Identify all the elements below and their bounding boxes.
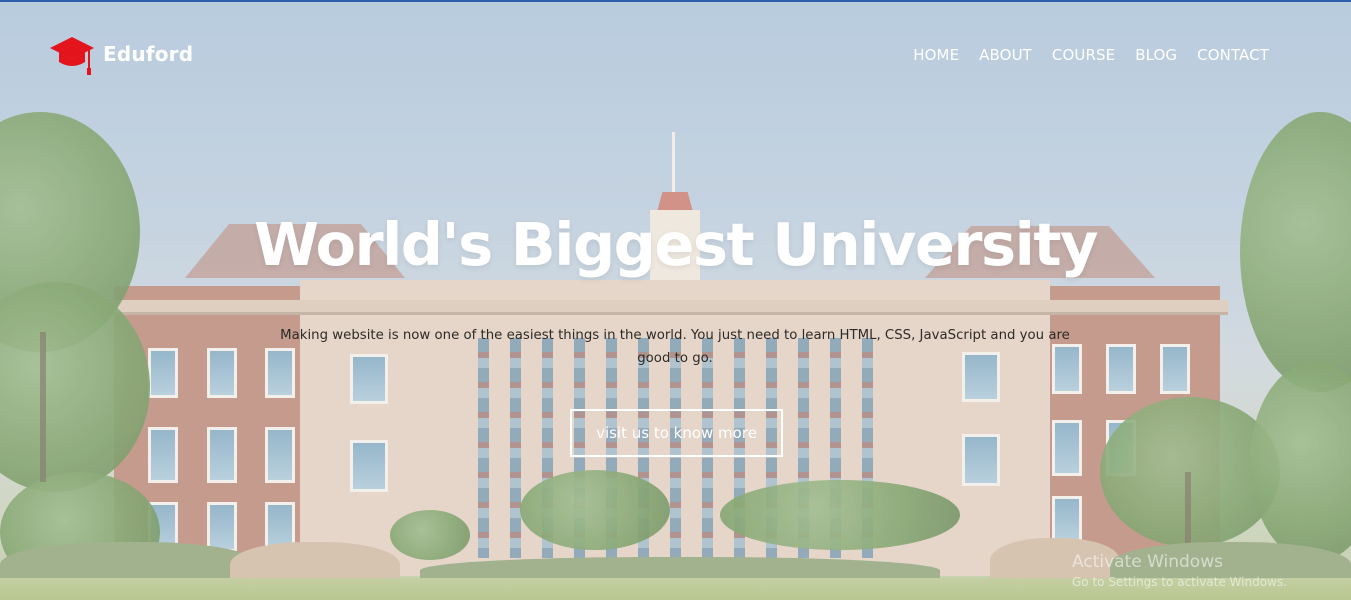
activate-windows-watermark: Activate Windows Go to Settings to activ… bbox=[1072, 552, 1287, 589]
nav-home[interactable]: HOME bbox=[913, 46, 959, 64]
watermark-subtitle: Go to Settings to activate Windows. bbox=[1072, 575, 1287, 589]
background-image bbox=[0, 2, 1351, 600]
hero-subtitle: Making website is now one of the easiest… bbox=[280, 328, 1070, 366]
hero-title: World's Biggest University bbox=[253, 210, 1099, 279]
brand-logo[interactable]: Eduford bbox=[49, 35, 193, 77]
visit-button[interactable]: visit us to know more bbox=[570, 409, 783, 457]
nav-course[interactable]: COURSE bbox=[1052, 46, 1115, 64]
nav-blog[interactable]: BLOG bbox=[1135, 46, 1177, 64]
image-overlay bbox=[0, 2, 1351, 600]
hero-section: Eduford HOME ABOUT COURSE BLOG CONTACT W… bbox=[0, 0, 1351, 600]
nav-contact[interactable]: CONTACT bbox=[1197, 46, 1269, 64]
brand-name: Eduford bbox=[103, 42, 194, 66]
nav-about[interactable]: ABOUT bbox=[979, 46, 1032, 64]
watermark-title: Activate Windows bbox=[1072, 552, 1223, 572]
graduation-cap-icon bbox=[50, 37, 94, 75]
main-nav: HOME ABOUT COURSE BLOG CONTACT bbox=[913, 46, 1269, 64]
